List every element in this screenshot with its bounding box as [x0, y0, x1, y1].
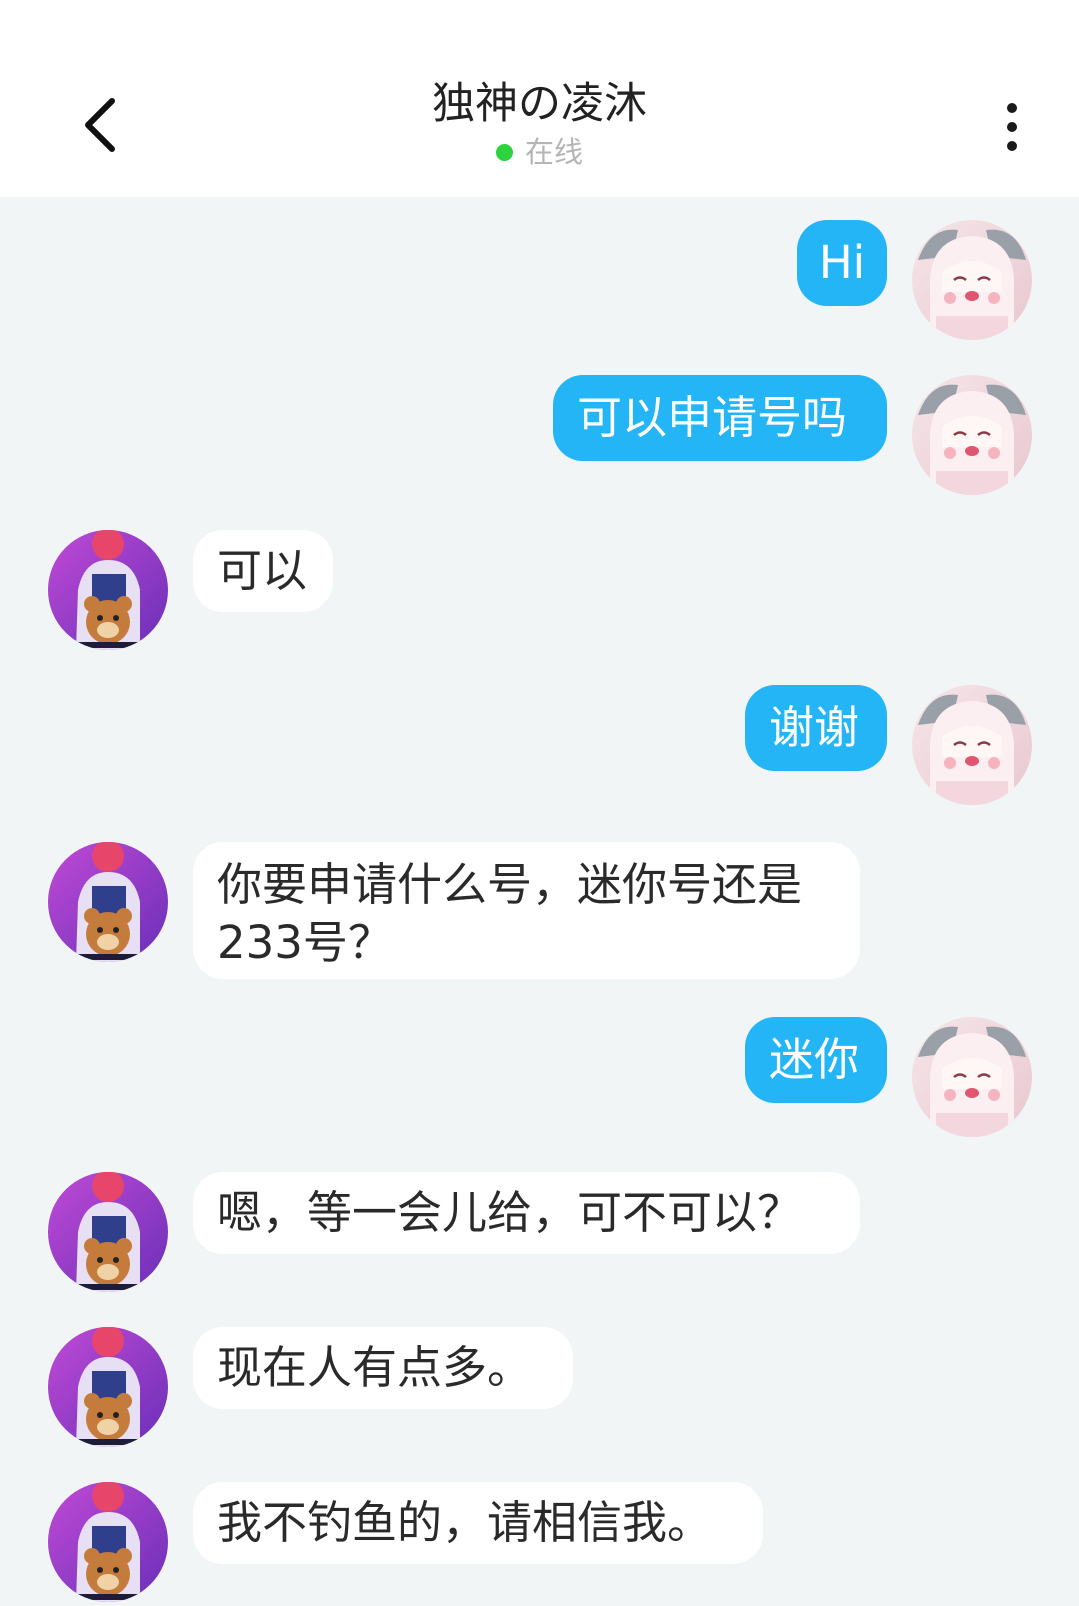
more-options-button[interactable] — [987, 92, 1037, 162]
incoming-message-bubble[interactable]: 嗯，等一会儿给，可不可以？ — [193, 1172, 860, 1254]
message-text: 可以申请号吗 — [577, 391, 848, 444]
message-text: 可以 — [217, 544, 308, 597]
incoming-message-bubble[interactable]: 我不钓鱼的，请相信我。 — [193, 1482, 763, 1564]
message-text: 谢谢 — [769, 701, 860, 754]
contact-name: 独神の凌沐 — [432, 79, 647, 129]
more-vertical-icon — [1007, 103, 1017, 113]
outgoing-message-bubble[interactable]: 迷你 — [745, 1017, 887, 1103]
message-text: 现在人有点多。 — [217, 1341, 533, 1394]
contact-avatar[interactable] — [48, 1172, 168, 1292]
my-avatar[interactable] — [912, 1017, 1032, 1137]
online-dot-icon — [495, 143, 513, 161]
incoming-message-bubble[interactable]: 你要申请什么号，迷你号还是233号？ — [193, 842, 860, 979]
outgoing-message-bubble[interactable]: 可以申请号吗 — [553, 375, 887, 461]
my-avatar[interactable] — [912, 375, 1032, 495]
outgoing-message-bubble[interactable]: 谢谢 — [745, 685, 887, 771]
incoming-message-bubble[interactable]: 可以 — [193, 530, 333, 612]
my-avatar[interactable] — [912, 685, 1032, 805]
outgoing-message-bubble[interactable]: Hi — [797, 220, 887, 306]
chat-header: 独神の凌沐 在线 — [0, 0, 1079, 197]
online-status: 在线 — [0, 132, 1079, 172]
message-text: 你要申请什么号，迷你号还是233号？ — [217, 858, 803, 969]
message-text: 嗯，等一会儿给，可不可以？ — [217, 1186, 803, 1239]
my-avatar[interactable] — [912, 220, 1032, 340]
contact-avatar[interactable] — [48, 530, 168, 650]
message-text: 迷你 — [769, 1033, 860, 1086]
contact-avatar[interactable] — [48, 1482, 168, 1602]
incoming-message-bubble[interactable]: 现在人有点多。 — [193, 1327, 573, 1409]
contact-avatar[interactable] — [48, 1327, 168, 1447]
message-text: Hi — [818, 236, 866, 289]
message-text: 我不钓鱼的，请相信我。 — [217, 1496, 713, 1549]
contact-avatar[interactable] — [48, 842, 168, 962]
status-text: 在线 — [524, 135, 583, 169]
